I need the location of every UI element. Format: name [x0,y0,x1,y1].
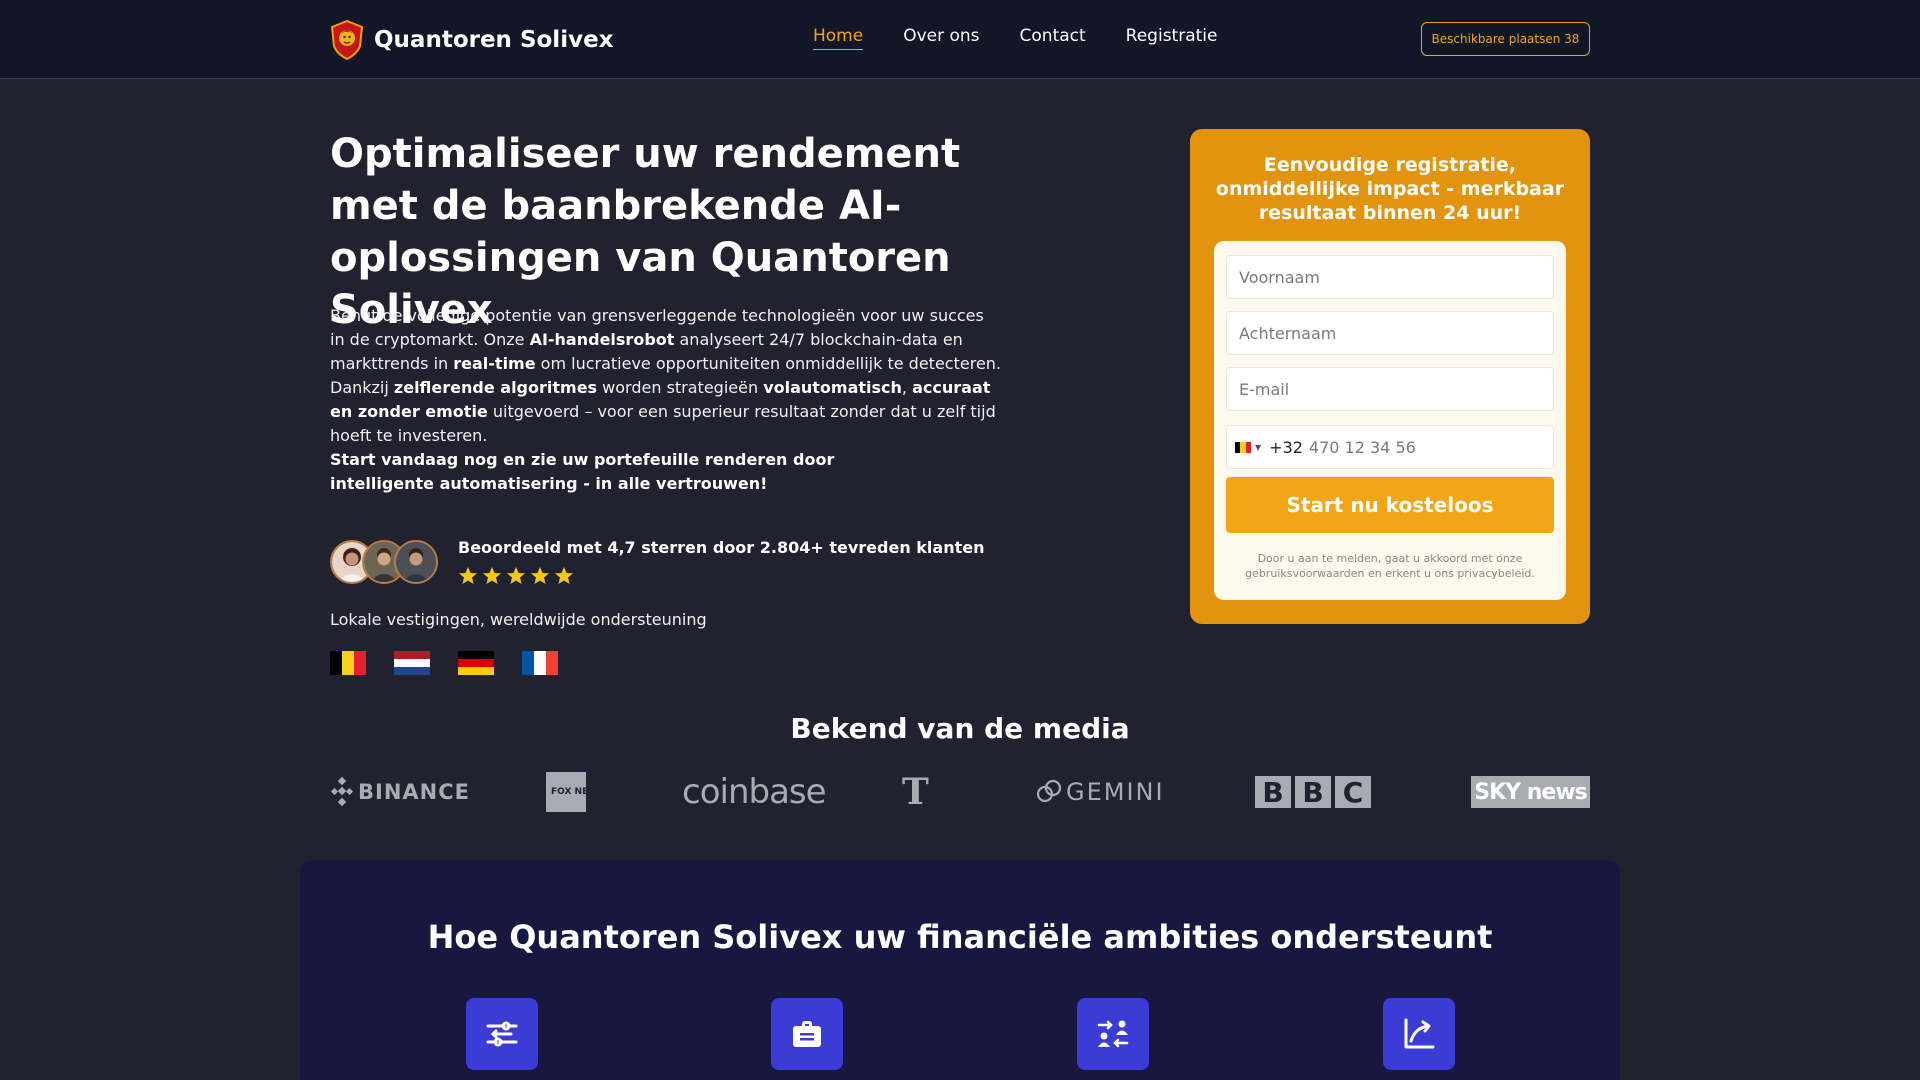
phone-field: ▼ +32 [1226,425,1554,469]
growth-chart-icon [1404,1018,1435,1049]
bbc-letter: B [1295,776,1331,809]
hero-paragraph: Benut de volledige potentie van grensver… [330,304,1002,448]
nyt-text: T [902,771,929,813]
hero-cta-text: Start vandaag nog en zie uw portefeuille… [330,450,835,493]
bbc-logo: B B C [1255,770,1371,814]
binance-logo: BINANCE [330,770,470,814]
main-nav: Home Over ons Contact Registratie [813,26,1217,50]
feature-tile [466,998,538,1070]
fox-news-logo: FOX NEWS [546,770,605,814]
rating-text: Beoordeeld met 4,7 sterren door 2.804+ t… [458,538,985,557]
registration-card: Eenvoudige registratie, onmiddellijke im… [1190,129,1590,624]
briefcase-icon [793,1021,821,1047]
gemini-icon [1036,779,1062,803]
brand-logo[interactable]: Quantoren Solivex [330,20,614,60]
hero-text-bold: real-time [453,354,536,373]
terms-disclaimer: Door u aan te melden, gaat u akkoord met… [1245,552,1535,580]
last-name-input[interactable] [1226,311,1554,355]
star-icon [459,567,477,584]
phone-country-code: +32 [1269,437,1303,457]
hero-text-bold: volautomatisch [763,378,902,397]
hero-text-part: , [901,378,913,397]
locations-text: Lokale vestigingen, wereldwijde onderste… [330,610,707,629]
star-icon [531,567,549,584]
gemini-text: GEMINI [1066,778,1165,806]
feature-tile [1383,998,1455,1070]
user-exchange-icon [1097,1020,1129,1048]
customer-avatars [330,540,440,586]
feature-tile [1077,998,1149,1070]
phone-input[interactable] [1308,437,1539,457]
germany-flag[interactable] [458,651,494,675]
nav-home[interactable]: Home [813,26,864,50]
nav-registratie[interactable]: Registratie [1126,26,1218,50]
registration-form: ▼ +32 Start nu kosteloos Door u aan te m… [1214,241,1566,600]
nyt-logo: T [902,770,929,814]
feature-tile [771,998,843,1070]
registration-title: Eenvoudige registratie, onmiddellijke im… [1215,154,1565,224]
fox-news-text: FOX NEWS [551,787,605,797]
avatar [394,540,438,584]
brand-name: Quantoren Solivex [374,27,614,53]
star-icon [507,567,525,584]
features-title: Hoe Quantoren Solivex uw financiële ambi… [427,918,1493,956]
sliders-icon [486,1021,518,1047]
netherlands-flag[interactable] [394,651,430,675]
start-free-button[interactable]: Start nu kosteloos [1226,477,1554,533]
coinbase-text: coinbase [682,772,827,812]
bbc-letter: C [1335,776,1371,809]
bbc-letter: B [1255,776,1291,809]
star-icon [483,567,501,584]
binance-text: BINANCE [358,780,470,804]
email-input[interactable] [1226,367,1554,411]
top-navbar: Quantoren Solivex Home Over ons Contact … [0,0,1920,79]
nav-over-ons[interactable]: Over ons [903,26,979,50]
media-logos: BINANCE FOX NEWS coinbase T GEMINI B B C… [330,770,1590,814]
media-title: Bekend van de media [790,712,1130,745]
first-name-input[interactable] [1226,255,1554,299]
hero-text-bold: AI-handelsrobot [529,330,675,349]
france-flag[interactable] [522,651,558,675]
nav-contact[interactable]: Contact [1020,26,1086,50]
belgium-flag[interactable] [330,651,366,675]
coinbase-logo: coinbase [682,770,827,814]
rating-stars [458,566,574,586]
chevron-down-icon[interactable]: ▼ [1255,443,1261,452]
available-seats-button[interactable]: Beschikbare plaatsen 38 [1421,22,1590,56]
gemini-logo: GEMINI [1036,770,1165,814]
lion-shield-icon [330,20,364,60]
star-icon [555,567,573,584]
hero-text-part: worden strategieën [597,378,764,397]
features-section: Hoe Quantoren Solivex uw financiële ambi… [300,860,1620,1080]
country-flags [330,651,558,675]
country-selector[interactable] [1235,441,1251,453]
hero-text-bold: zelflerende algoritmes [393,378,598,397]
sky-news-logo: SKY news [1471,770,1590,814]
binance-icon [330,777,354,807]
sky-news-text: SKY news [1474,779,1587,805]
